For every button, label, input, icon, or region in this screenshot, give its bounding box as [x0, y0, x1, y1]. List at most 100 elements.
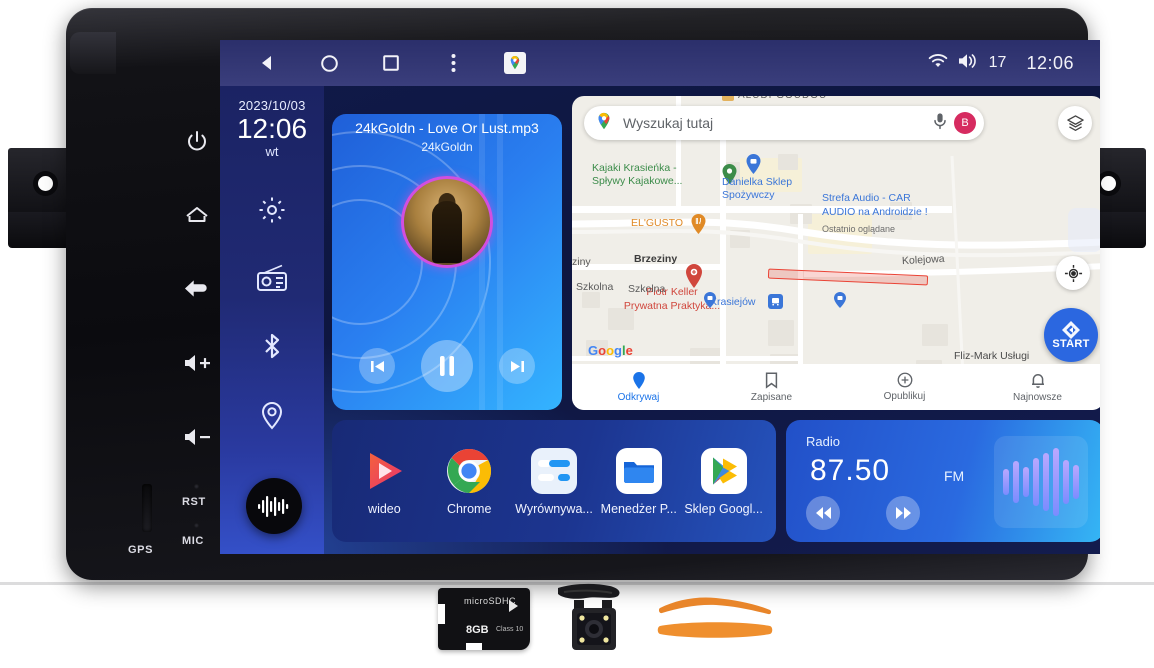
map-place-krasiejow: Krasiejów	[710, 296, 756, 308]
android-recents-button[interactable]	[378, 50, 404, 76]
file-manager-icon	[615, 447, 663, 495]
map-bottom-nav: Odkrywaj Zapisane Opublikuj Najnowsze	[572, 364, 1100, 410]
map-street-szkolna-2: Szkolna	[628, 283, 666, 295]
map-nav-zapisane[interactable]: Zapisane	[705, 371, 838, 403]
music-player-widget[interactable]: 24kGoldn - Love Or Lust.mp3 24kGoldn	[332, 114, 562, 410]
music-transport-controls	[332, 340, 562, 392]
settings-icon[interactable]	[255, 193, 289, 227]
avatar[interactable]: B	[954, 112, 976, 134]
bracket-screw-hole	[38, 176, 53, 191]
radio-icon[interactable]	[255, 261, 289, 295]
map-place-elgusto: EL'GUSTO	[631, 217, 683, 229]
radio-tuning-controls	[806, 496, 920, 530]
screen-edge-button[interactable]	[1068, 208, 1100, 252]
app-shortcut-chrome[interactable]: Chrome	[428, 447, 510, 516]
android-status-bar: 17 12:06	[220, 40, 1100, 86]
map-street-ziny: ziny	[572, 256, 591, 268]
map-nav-label: Zapisane	[750, 391, 793, 403]
play-pause-button[interactable]	[421, 340, 473, 392]
map-nav-najnowsze[interactable]: Najnowsze	[971, 372, 1100, 403]
android-overflow-button[interactable]	[440, 50, 466, 76]
music-artist: 24kGoldn	[421, 140, 473, 154]
seek-down-button[interactable]	[806, 496, 840, 530]
app-shortcuts-row: wideo Chrome Wyrównywa... Menedżer P... …	[332, 420, 776, 542]
rear-connector-block	[70, 32, 116, 74]
app-shortcut-wideo[interactable]: wideo	[343, 447, 425, 516]
app-label: Chrome	[446, 501, 492, 516]
android-home-button[interactable]	[316, 50, 342, 76]
map-place-kajaki: Kajaki Krasieńka - Spływy Kajakowe...	[592, 162, 683, 188]
rail-date: 2023/10/03	[238, 98, 306, 113]
included-accessories: microSDHC 8GB Class 10	[0, 582, 1154, 668]
seek-up-button[interactable]	[886, 496, 920, 530]
map-street-brzeziny: Brzeziny	[634, 253, 678, 265]
pry-tool-set	[656, 592, 774, 644]
speaker-icon	[958, 53, 979, 74]
my-location-icon[interactable]	[1056, 256, 1090, 290]
previous-track-button[interactable]	[359, 348, 395, 384]
google-watermark: Google	[588, 343, 633, 358]
microphone-pinhole	[194, 523, 199, 528]
voice-assistant-icon[interactable]	[246, 478, 302, 534]
sd-direction-arrow	[509, 600, 518, 612]
microphone-icon[interactable]	[932, 112, 948, 135]
equalizer-icon	[530, 447, 578, 495]
location-pin-icon[interactable]	[255, 397, 289, 431]
radio-title: Radio	[806, 434, 840, 449]
map-place-danielka: Danielka Sklep Spożywczy	[722, 176, 793, 202]
app-label: Wyrównywa...	[515, 501, 593, 516]
map-pin-elgusto[interactable]	[691, 214, 706, 234]
map-pin-piotr-keller[interactable]	[685, 264, 703, 288]
reset-label: RST	[182, 496, 206, 508]
touchscreen[interactable]: 17 12:06 2023/10/03 12:06 wt 24kGoldn - …	[220, 40, 1100, 554]
status-icons: 17 12:06	[928, 53, 1100, 74]
map-street-szkolna-1: Szkolna	[576, 281, 614, 293]
map-start-button[interactable]: START	[1044, 308, 1098, 362]
map-nav-label: Najnowsze	[1013, 391, 1062, 403]
car-head-unit: GPS RST MIC 17 12:06 2023/10/03 12:06 wt…	[66, 8, 1100, 580]
map-transit-icon[interactable]	[768, 294, 783, 309]
radio-frequency: 87.50	[810, 454, 891, 487]
chrome-icon	[445, 447, 493, 495]
google-maps-widget[interactable]: ALUDI GOUDOU Kajaki Krasieńka -Spływy Ka…	[572, 96, 1100, 410]
map-canvas[interactable]: ALUDI GOUDOU Kajaki Krasieńka -Spływy Ka…	[572, 96, 1100, 410]
map-start-label: START	[1052, 338, 1090, 350]
map-place-strefa-audio-sub: Ostatnio oglądane	[822, 224, 896, 234]
music-track-title: 24kGoldn - Love Or Lust.mp3	[355, 120, 539, 136]
album-art	[401, 176, 493, 268]
launcher-left-rail: 2023/10/03 12:06 wt	[220, 86, 324, 554]
map-nav-label: Opublikuj	[883, 391, 926, 402]
gps-port-label: GPS	[128, 544, 154, 556]
app-shortcut-play-store[interactable]: Sklep Googl...	[683, 447, 765, 516]
map-pin-small-1[interactable]	[704, 292, 716, 308]
microsd-capacity: 8GB	[466, 624, 489, 636]
app-label: Menedżer P...	[600, 501, 677, 516]
bluetooth-icon[interactable]	[255, 329, 289, 363]
map-pin-small-2[interactable]	[834, 292, 846, 308]
navigation-arrow-icon	[1062, 321, 1080, 339]
map-place-strefa-audio: Strefa Audio - CAR AUDIO na Androidzie !	[822, 192, 928, 218]
map-search-input[interactable]: Wyszukaj tutaj	[623, 115, 932, 131]
play-store-icon	[700, 447, 748, 495]
gps-antenna-port	[128, 480, 168, 542]
map-pin-danielka[interactable]	[746, 154, 761, 174]
app-label: wideo	[368, 501, 401, 516]
microsd-class: Class 10	[496, 626, 524, 633]
map-nav-opublikuj[interactable]: Opublikuj	[838, 372, 971, 402]
radio-widget[interactable]: Radio 87.50 FM	[786, 420, 1100, 542]
reset-pinhole[interactable]	[194, 484, 199, 489]
google-maps-shortcut[interactable]	[502, 50, 528, 76]
map-layers-icon[interactable]	[1058, 106, 1092, 140]
audio-waveform-icon[interactable]	[994, 436, 1088, 528]
map-nav-odkrywaj[interactable]: Odkrywaj	[572, 371, 705, 403]
app-shortcut-file-manager[interactable]: Menedżer P...	[598, 447, 680, 516]
app-shortcut-equalizer[interactable]: Wyrównywa...	[513, 447, 595, 516]
mic-label: MIC	[182, 535, 204, 547]
next-track-button[interactable]	[499, 348, 535, 384]
maps-logo-icon	[594, 111, 614, 136]
microsd-card: microSDHC 8GB Class 10	[438, 588, 530, 650]
sd-cut	[466, 643, 482, 650]
map-search-bar[interactable]: Wyszukaj tutaj B	[584, 106, 984, 140]
map-nav-label: Odkrywaj	[617, 391, 660, 403]
android-back-button[interactable]	[254, 50, 280, 76]
